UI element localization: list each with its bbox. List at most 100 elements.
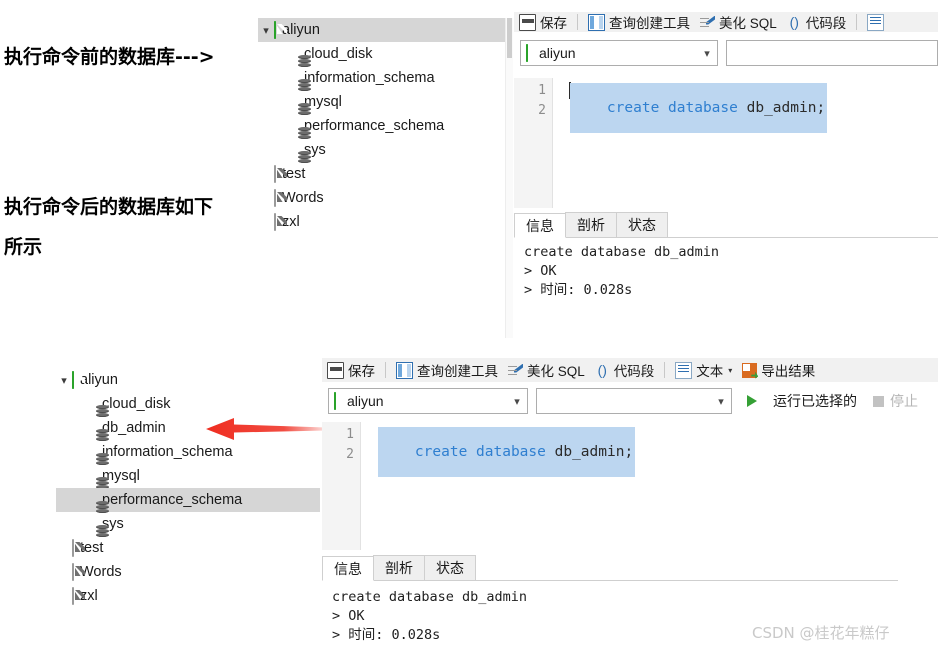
tree-row-database[interactable]: mysql [258, 90, 512, 115]
snippet-button-label: 代码段 [805, 16, 847, 31]
query-builder-button[interactable]: 查询创建工具 [391, 358, 503, 382]
stop-button[interactable]: 停止 [868, 382, 923, 420]
bottom-database-tree[interactable]: ▾ aliyun cloud_disk db_admin information… [56, 368, 320, 628]
connection-select-value: aliyun [347, 393, 384, 409]
tree-row-connection-words[interactable]: Words [56, 560, 320, 584]
tree-row-database[interactable]: cloud_disk [56, 392, 320, 417]
connection-select[interactable]: aliyun ▾ [328, 388, 528, 414]
snippet-icon: () [597, 361, 607, 378]
tree-row-connection-zxl[interactable]: zxl [56, 584, 320, 608]
beautify-sql-button-label: 美化 SQL [719, 16, 777, 31]
beautify-sql-icon [700, 15, 715, 30]
beautify-sql-button[interactable]: 美化 SQL [695, 12, 782, 32]
chevron-down-icon[interactable]: ▾ [56, 374, 72, 387]
connection-icon [72, 587, 74, 605]
tree-row-database[interactable]: information_schema [56, 440, 320, 465]
export-result-button[interactable]: 导出结果 [737, 358, 820, 382]
tree-row-connection-words[interactable]: Words [258, 186, 512, 210]
bottom-combo-row: aliyun ▾ ▾ 运行已选择的 停止 [322, 382, 938, 420]
tab-info[interactable]: 信息 [322, 556, 374, 581]
tree-label: Words [282, 190, 324, 206]
sql-code-line-1[interactable]: create database db_admin; [570, 83, 828, 133]
beautify-sql-icon [508, 363, 523, 378]
connection-select[interactable]: aliyun ▾ [520, 40, 719, 66]
top-sql-editor[interactable]: 1 2 create database db_admin; [514, 78, 938, 208]
save-icon [327, 361, 344, 379]
tab-status[interactable]: 状态 [616, 212, 668, 237]
beautify-sql-button-label: 美化 SQL [527, 364, 585, 379]
stop-icon [873, 395, 884, 407]
chevron-down-icon[interactable]: ▾ [711, 395, 731, 408]
tree-row-database[interactable]: information_schema [258, 66, 512, 91]
bottom-result-tabs[interactable]: 信息 剖析 状态 [322, 554, 898, 581]
tab-profile[interactable]: 剖析 [565, 212, 617, 237]
connection-icon [334, 392, 336, 410]
tree-row-database-selected[interactable]: performance_schema [56, 488, 320, 513]
top-toolbar[interactable]: 保存 查询创建工具 美化 SQL () 代码段 [514, 12, 938, 32]
snippet-button[interactable]: () 代码段 [782, 12, 852, 32]
top-result-output: create database db_admin > OK > 时间: 0.02… [524, 243, 934, 333]
tree-label: Words [80, 564, 122, 580]
line-number: 2 [346, 447, 354, 462]
line-number: 1 [538, 83, 546, 98]
chevron-down-icon[interactable]: ▾ [728, 366, 732, 375]
snippet-button-label: 代码段 [613, 364, 655, 379]
tree-row-database[interactable]: performance_schema [258, 114, 512, 139]
tree-label: cloud_disk [304, 46, 373, 62]
tree-label: aliyun [282, 22, 320, 38]
tab-status[interactable]: 状态 [424, 555, 476, 580]
text-format-button-label: 文本 [696, 364, 724, 379]
save-button[interactable]: 保存 [514, 12, 572, 32]
connection-icon [274, 213, 276, 231]
save-button-label: 保存 [540, 16, 567, 31]
connection-icon [526, 44, 528, 62]
beautify-sql-button[interactable]: 美化 SQL [503, 358, 590, 382]
tree-row-connection-test[interactable]: test [56, 536, 320, 560]
tree-label: performance_schema [304, 118, 445, 134]
run-icon [747, 395, 767, 407]
tree-row-database[interactable]: sys [56, 512, 320, 537]
text-format-button[interactable]: 文本 ▾ [670, 358, 737, 382]
chevron-down-icon[interactable]: ▾ [507, 395, 527, 408]
tree-row-database[interactable]: cloud_disk [258, 42, 512, 67]
annotation-before-label: 执行命令前的数据库---> [4, 46, 215, 68]
tree-row-database[interactable]: sys [258, 138, 512, 163]
tree-row-connection-aliyun[interactable]: ▾ aliyun [258, 18, 512, 42]
text-button-partial[interactable] [862, 12, 889, 32]
text-icon [675, 361, 693, 379]
top-result-tabs[interactable]: 信息 剖析 状态 [514, 211, 938, 238]
tree-row-connection-test[interactable]: test [258, 162, 512, 186]
line-number: 1 [346, 427, 354, 442]
sql-code-line-1[interactable]: create database db_admin; [378, 427, 636, 477]
toolbar-separator [577, 14, 578, 30]
database-select[interactable] [726, 40, 938, 66]
save-icon [519, 13, 536, 31]
scrollbar-thumb[interactable] [507, 18, 512, 58]
export-result-button-label: 导出结果 [761, 364, 816, 379]
bottom-toolbar[interactable]: 保存 查询创建工具 美化 SQL () 代码段 文本 ▾ 导出结果 [322, 358, 938, 382]
line-number: 2 [538, 103, 546, 118]
sql-identifier: db_admin; [545, 444, 634, 460]
tree-row-database[interactable]: mysql [56, 464, 320, 489]
chevron-down-icon[interactable]: ▾ [697, 47, 717, 60]
run-selected-button[interactable]: 运行已选择的 [742, 382, 862, 420]
bottom-result-output: create database db_admin > OK > 时间: 0.02… [332, 588, 752, 658]
annotation-after-label-line2: 所示 [4, 236, 43, 258]
top-database-tree[interactable]: ▾ aliyun cloud_disk information_schema m… [258, 18, 512, 338]
save-button[interactable]: 保存 [322, 358, 380, 382]
top-tree-scrollbar[interactable] [505, 18, 513, 338]
query-builder-icon [396, 361, 413, 379]
tree-row-connection-aliyun[interactable]: ▾ aliyun [56, 368, 320, 392]
tree-label: aliyun [80, 372, 118, 388]
snippet-button[interactable]: () 代码段 [590, 358, 660, 382]
tree-row-connection-zxl[interactable]: zxl [258, 210, 512, 234]
tab-profile[interactable]: 剖析 [373, 555, 425, 580]
query-builder-button[interactable]: 查询创建工具 [583, 12, 695, 32]
watermark: CSDN @桂花年糕仔 [752, 624, 890, 642]
database-select[interactable]: ▾ [536, 388, 732, 414]
bottom-sql-editor[interactable]: 1 2 create database db_admin; [322, 422, 898, 550]
tab-info[interactable]: 信息 [514, 213, 566, 238]
top-combo-row: aliyun ▾ [514, 36, 938, 70]
query-builder-button-label: 查询创建工具 [417, 364, 498, 379]
chevron-down-icon[interactable]: ▾ [258, 24, 274, 37]
